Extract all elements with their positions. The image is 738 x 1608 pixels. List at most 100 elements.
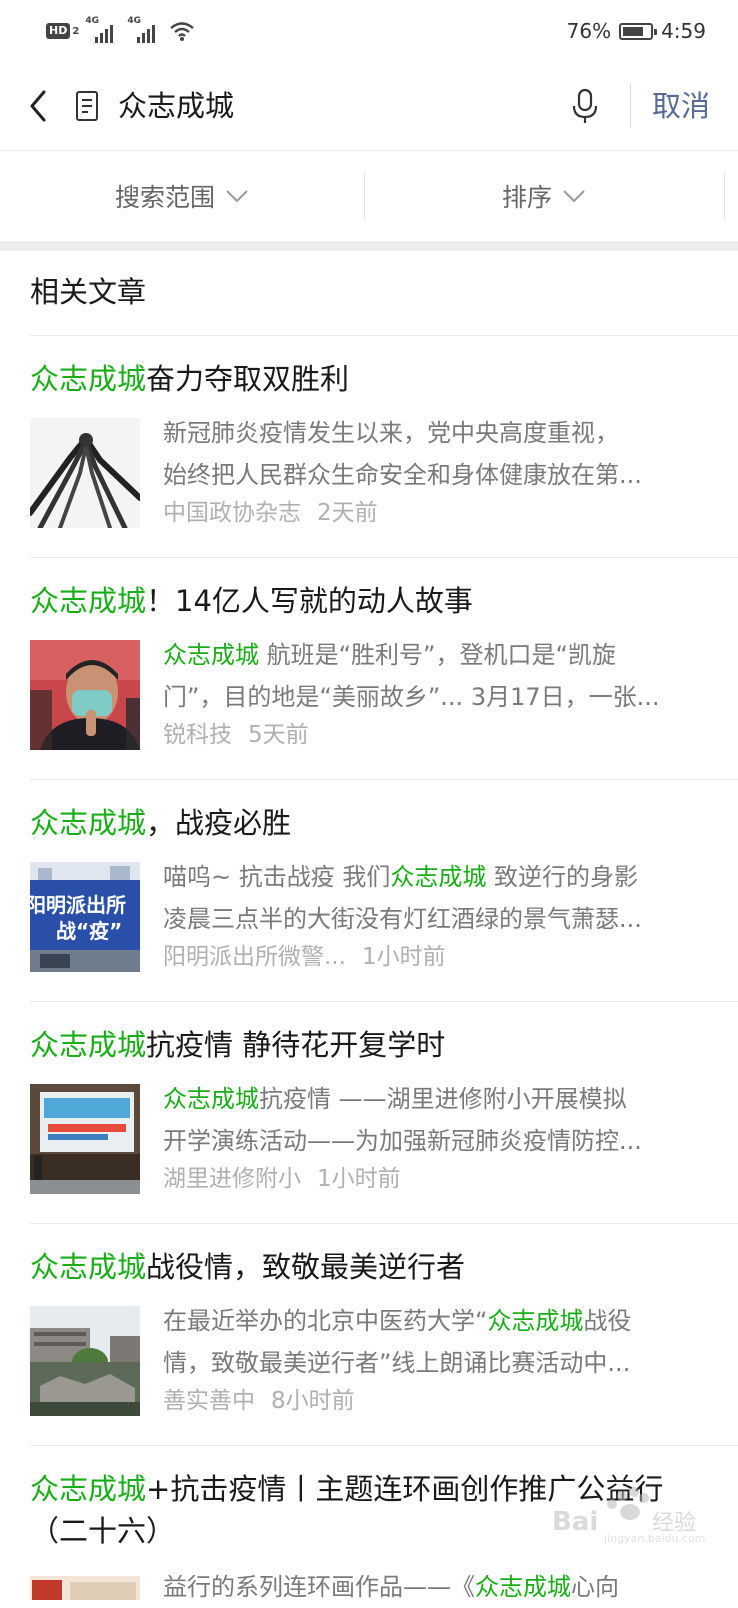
article-source: 湖里进修附小 bbox=[163, 1166, 301, 1192]
article-thumbnail bbox=[30, 1306, 140, 1416]
battery-icon bbox=[619, 22, 658, 40]
clock: 4:59 bbox=[661, 19, 706, 43]
chevron-down-icon bbox=[226, 190, 248, 203]
snippet-text: 心向 bbox=[571, 1573, 619, 1601]
wifi-icon bbox=[170, 22, 195, 41]
thumbnail-text: 战“疫” bbox=[56, 919, 122, 943]
signal-icon-sim1: 4G bbox=[85, 16, 121, 43]
article-title: 众志成城战役情，致敬最美逆行者 bbox=[30, 1246, 720, 1288]
article-time: 5天前 bbox=[248, 722, 309, 748]
back-arrow-icon[interactable] bbox=[24, 86, 56, 126]
snippet-text: 在最近举办的北京中医药大学“ bbox=[163, 1307, 488, 1335]
snippet-highlight: 众志成城 bbox=[475, 1573, 571, 1601]
snippet-highlight: 众志成城 bbox=[163, 641, 259, 669]
snippet-text: 航班是“胜利号”，登机口是“凯旋 bbox=[259, 641, 616, 669]
search-input[interactable]: 众志成城 bbox=[118, 86, 234, 126]
article-snippet: 喵呜~ 抗击战疫 我们众志成城 致逆行的身影 凌晨三点半的大街没有灯红酒绿的景气… bbox=[163, 856, 713, 940]
chevron-down-icon bbox=[563, 190, 585, 203]
article-source: 中国政协杂志 bbox=[163, 500, 301, 526]
article-meta: 阳明派出所微警... 1小时前 bbox=[163, 940, 446, 974]
article-meta: 中国政协杂志 2天前 bbox=[163, 496, 378, 530]
battery-fill bbox=[623, 26, 644, 36]
article-result[interactable]: 众志成城抗疫情 静待花开复学时 众志成城抗疫情 ——湖里进修附小开展模拟 开学演… bbox=[0, 1002, 738, 1224]
article-result[interactable]: 众志成城奋力夺取双胜利 新冠肺炎疫情发生以来，党中央高度重视， 始终把人民群众生… bbox=[0, 336, 738, 558]
filter-bar: 搜索范围 排序 bbox=[0, 151, 738, 241]
article-filter-icon bbox=[76, 91, 98, 121]
snippet-line: 情，致敬最美逆行者”线上朗诵比赛活动中... bbox=[163, 1349, 631, 1377]
cancel-button[interactable]: 取消 bbox=[652, 86, 710, 126]
article-snippet: 益行的系列连环画作品——《众志成城心向 bbox=[163, 1566, 713, 1608]
microphone-icon[interactable] bbox=[570, 86, 600, 126]
title-text-continued: （二十六） bbox=[30, 1514, 176, 1548]
baidu-watermark-logo: Bai 经验 jingyan.baidu.com bbox=[552, 1487, 706, 1545]
article-snippet: 众志成城抗疫情 ——湖里进修附小开展模拟 开学演练活动——为加强新冠肺炎疫情防控… bbox=[163, 1078, 713, 1162]
battery-percent: 76% bbox=[566, 19, 612, 43]
svg-text:jingyan.baidu.com: jingyan.baidu.com bbox=[603, 1532, 706, 1545]
article-result[interactable]: 众志成城！14亿人写就的动人故事 众志成城 航班是“胜利号”，登机口是“凯旋 门… bbox=[0, 558, 738, 780]
title-highlight: 众志成城 bbox=[30, 1472, 147, 1506]
snippet-line: 在最近举办的北京中医药大学“众志成城战役 bbox=[163, 1300, 713, 1342]
status-right-icons: 76% 4:59 bbox=[567, 17, 706, 45]
snippet-highlight: 众志成城 bbox=[390, 863, 487, 891]
title-highlight: 众志成城 bbox=[30, 1028, 147, 1062]
hd-sim-index: 2 bbox=[72, 25, 80, 37]
title-text: ，战疫必胜 bbox=[146, 806, 292, 840]
snippet-line: 喵呜~ 抗击战疫 我们众志成城 致逆行的身影 bbox=[163, 856, 713, 898]
sort-label: 排序 bbox=[501, 183, 552, 212]
snippet-text: 致逆行的身影 bbox=[486, 863, 639, 891]
signal-icon-sim2: 4G bbox=[127, 16, 163, 43]
article-thumbnail bbox=[30, 1084, 140, 1194]
article-meta: 锐科技 5天前 bbox=[163, 718, 309, 752]
article-time: 2天前 bbox=[317, 500, 378, 526]
article-title: 众志成城抗疫情 静待花开复学时 bbox=[30, 1024, 720, 1066]
article-thumbnail: 阳明派出所 战“疫” bbox=[30, 862, 140, 972]
status-bar: HD 2 4G 4G 76% 4:59 bbox=[0, 0, 738, 62]
article-source: 善实善中 bbox=[163, 1388, 255, 1414]
snippet-text: 喵呜~ 抗击战疫 我们 bbox=[163, 863, 391, 891]
title-highlight: 众志成城 bbox=[30, 1250, 147, 1284]
article-title: 众志成城！14亿人写就的动人故事 bbox=[30, 580, 720, 622]
search-header: 众志成城 取消 bbox=[0, 62, 738, 151]
article-result[interactable]: 众志成城战役情，致敬最美逆行者 在最近举办的北京中医药大学“众志成城战役 情，致… bbox=[0, 1224, 738, 1446]
title-text: ！14亿人写就的动人故事 bbox=[146, 584, 473, 618]
article-meta: 湖里进修附小 1小时前 bbox=[163, 1162, 401, 1196]
snippet-line: 众志成城抗疫情 ——湖里进修附小开展模拟 bbox=[163, 1078, 713, 1120]
sort-dropdown[interactable]: 排序 bbox=[364, 151, 724, 241]
snippet-line: 始终把人民群众生命安全和身体健康放在第... bbox=[163, 461, 642, 489]
search-scope-label: 搜索范围 bbox=[114, 183, 215, 212]
article-result[interactable]: 众志成城，战疫必胜 阳明派出所 战“疫” 喵呜~ 抗击战疫 我们众志成城 致逆行… bbox=[0, 780, 738, 1002]
article-source: 锐科技 bbox=[163, 722, 232, 748]
snippet-text: 抗疫情 ——湖里进修附小开展模拟 bbox=[259, 1085, 627, 1113]
article-time: 1小时前 bbox=[317, 1166, 401, 1192]
article-time: 8小时前 bbox=[271, 1388, 355, 1414]
snippet-line: 众志成城 航班是“胜利号”，登机口是“凯旋 bbox=[163, 634, 713, 676]
title-text: 抗疫情 静待花开复学时 bbox=[146, 1028, 446, 1062]
article-source: 阳明派出所微警... bbox=[163, 944, 346, 970]
article-title: 众志成城奋力夺取双胜利 bbox=[30, 358, 720, 400]
article-snippet: 众志成城 航班是“胜利号”，登机口是“凯旋 门”，目的地是“美丽故乡”... 3… bbox=[163, 634, 713, 718]
section-title: 相关文章 bbox=[30, 275, 147, 309]
section-gap bbox=[0, 241, 738, 251]
article-snippet: 在最近举办的北京中医药大学“众志成城战役 情，致敬最美逆行者”线上朗诵比赛活动中… bbox=[163, 1300, 713, 1384]
title-highlight: 众志成城 bbox=[30, 362, 147, 396]
title-text: 奋力夺取双胜利 bbox=[146, 362, 350, 396]
filter-divider bbox=[724, 173, 725, 219]
article-meta: 善实善中 8小时前 bbox=[163, 1384, 355, 1418]
snippet-line: 门”，目的地是“美丽故乡”... 3月17日，一张... bbox=[163, 683, 660, 711]
thumbnail-text: 阳明派出所 bbox=[30, 893, 126, 917]
snippet-line: 益行的系列连环画作品——《众志成城心向 bbox=[163, 1566, 713, 1608]
title-text: 战役情，致敬最美逆行者 bbox=[146, 1250, 466, 1284]
hd-voice-badge: HD bbox=[46, 23, 71, 39]
article-snippet: 新冠肺炎疫情发生以来，党中央高度重视， 始终把人民群众生命安全和身体健康放在第.… bbox=[163, 412, 713, 496]
header-divider bbox=[630, 84, 631, 128]
title-highlight: 众志成城 bbox=[30, 806, 147, 840]
status-left-icons: HD 2 4G 4G bbox=[46, 16, 195, 44]
article-thumbnail bbox=[30, 1576, 140, 1600]
snippet-line: 开学演练活动——为加强新冠肺炎疫情防控... bbox=[163, 1127, 642, 1155]
article-thumbnail bbox=[30, 418, 140, 528]
article-title: 众志成城，战疫必胜 bbox=[30, 802, 720, 844]
search-scope-dropdown[interactable]: 搜索范围 bbox=[0, 151, 364, 241]
snippet-text: 战役 bbox=[583, 1307, 632, 1335]
snippet-highlight: 众志成城 bbox=[487, 1307, 584, 1335]
article-thumbnail bbox=[30, 640, 140, 750]
